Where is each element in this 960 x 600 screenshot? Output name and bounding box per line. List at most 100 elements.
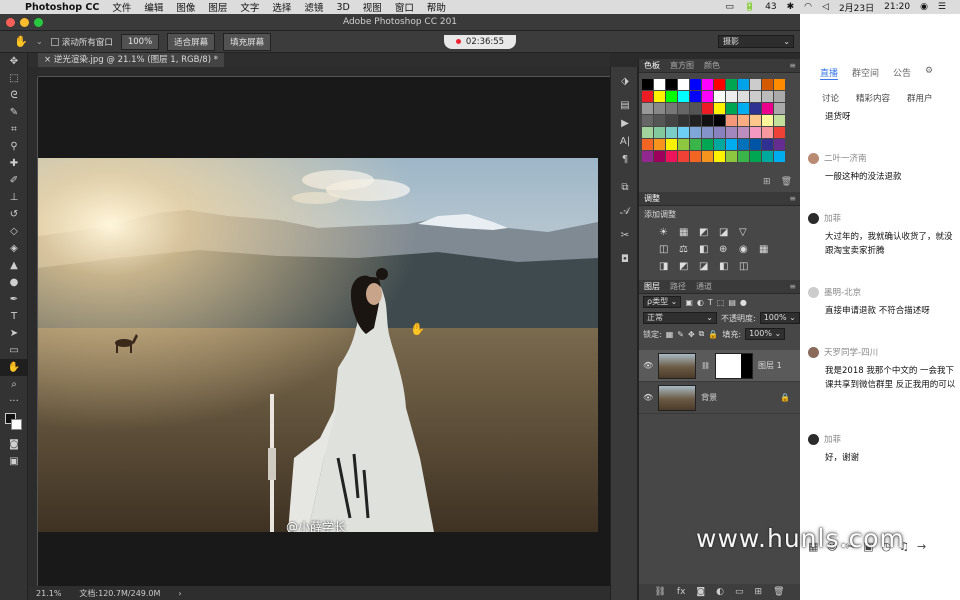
color-swatch[interactable] xyxy=(654,103,665,114)
delete-layer-icon[interactable]: 🗑 xyxy=(773,587,784,597)
blur-tool-icon[interactable]: ▲ xyxy=(0,257,28,274)
canvas-area[interactable]: @小薛学长 ✋ xyxy=(38,77,610,597)
adjustment-icon[interactable]: ◪ xyxy=(719,227,735,238)
zoom-tool-icon[interactable]: ⌕ xyxy=(0,376,28,393)
color-swatch[interactable] xyxy=(678,139,689,150)
list-icon[interactable]: ☰ xyxy=(938,2,946,12)
tab-swatches[interactable]: 色板 xyxy=(644,60,660,71)
adjust-filter-icon[interactable]: ◐ xyxy=(697,298,704,307)
layer-mask-thumbnail[interactable] xyxy=(715,352,754,379)
color-swatch[interactable] xyxy=(714,79,725,90)
wifi-icon[interactable]: ◠ xyxy=(804,2,812,12)
avatar[interactable] xyxy=(808,286,819,298)
adjustment-icon[interactable]: ◩ xyxy=(679,261,695,272)
menu-view[interactable]: 视图 xyxy=(363,0,382,14)
adjustment-icon[interactable]: ◪ xyxy=(699,261,715,272)
color-swatch[interactable] xyxy=(726,79,737,90)
color-swatch[interactable] xyxy=(678,103,689,114)
layer-row[interactable]: 👁 背景 🔒 xyxy=(639,382,800,414)
new-layer-icon[interactable]: ⊞ xyxy=(755,587,763,597)
subtab-highlights[interactable]: 精彩内容 xyxy=(856,92,890,104)
lock-pixels-icon[interactable]: ✎ xyxy=(677,330,684,339)
chain-link-icon[interactable]: ⛓ xyxy=(701,362,710,370)
color-swatch[interactable] xyxy=(654,91,665,102)
tab-layers[interactable]: 图层 xyxy=(644,281,660,292)
clone-source-icon[interactable]: ⧉ xyxy=(611,179,639,197)
color-swatch[interactable] xyxy=(654,79,665,90)
menu-file[interactable]: 文件 xyxy=(112,0,131,14)
color-swatch[interactable] xyxy=(678,115,689,126)
quick-mask-icon[interactable]: ◙ xyxy=(0,436,28,453)
color-swatch[interactable] xyxy=(774,103,785,114)
subtab-members[interactable]: 群用户 xyxy=(907,92,933,104)
close-window-button[interactable] xyxy=(6,18,15,27)
color-swatch[interactable] xyxy=(750,103,761,114)
adjustment-icon[interactable]: ◧ xyxy=(699,244,715,255)
screen-mode-icon[interactable]: ▣ xyxy=(0,453,28,470)
layer-row[interactable]: 👁 ⛓ 图层 1 xyxy=(639,350,800,382)
menu-layer[interactable]: 图层 xyxy=(208,0,227,14)
scroll-all-windows-checkbox[interactable]: 滚动所有窗口 xyxy=(50,36,113,48)
paragraph-panel-icon[interactable]: ¶ xyxy=(611,151,639,169)
fill-screen-button[interactable]: 填充屏幕 xyxy=(223,32,272,51)
color-swatch[interactable] xyxy=(750,139,761,150)
color-swatch[interactable] xyxy=(750,79,761,90)
background-color-swatch[interactable] xyxy=(11,419,22,430)
adjustment-icon[interactable]: ▦ xyxy=(679,227,695,238)
color-swatch[interactable] xyxy=(654,127,665,138)
color-swatch[interactable] xyxy=(762,103,773,114)
screen-icon[interactable]: ▭ xyxy=(725,2,734,12)
color-swatches-icon[interactable] xyxy=(0,410,28,436)
lasso-tool-icon[interactable]: ᘓ xyxy=(0,87,28,104)
color-swatch[interactable] xyxy=(666,139,677,150)
color-swatch[interactable] xyxy=(666,91,677,102)
color-swatch[interactable] xyxy=(702,91,713,102)
color-swatch[interactable] xyxy=(738,115,749,126)
color-swatch[interactable] xyxy=(726,151,737,162)
color-swatch[interactable] xyxy=(738,127,749,138)
swatch-grid[interactable] xyxy=(639,73,800,162)
add-mask-icon[interactable]: ◙ xyxy=(696,587,705,597)
subtab-discussion[interactable]: 讨论 xyxy=(822,92,839,104)
color-swatch[interactable] xyxy=(678,151,689,162)
color-swatch[interactable] xyxy=(714,115,725,126)
color-swatch[interactable] xyxy=(714,127,725,138)
color-swatch[interactable] xyxy=(642,79,653,90)
new-swatch-icon[interactable]: ⊞ xyxy=(763,177,771,187)
visibility-eye-icon[interactable]: 👁 xyxy=(643,393,653,402)
color-swatch[interactable] xyxy=(654,139,665,150)
lock-transparent-icon[interactable]: ▦ xyxy=(666,330,674,339)
lock-all-icon[interactable]: 🔒 xyxy=(708,330,718,339)
tab-histogram[interactable]: 直方图 xyxy=(670,60,694,71)
avatar[interactable] xyxy=(808,152,819,164)
filter-toggle-icon[interactable]: ● xyxy=(740,298,747,307)
fill-input[interactable]: 100% ⌄ xyxy=(745,328,786,340)
history-panel-icon[interactable]: ⬗ xyxy=(611,73,639,91)
opacity-input[interactable]: 100% ⌄ xyxy=(759,312,800,324)
message-user[interactable]: 墨明-北京 xyxy=(824,286,861,298)
color-swatch[interactable] xyxy=(762,91,773,102)
time-label[interactable]: 21:20 xyxy=(884,2,910,12)
color-swatch[interactable] xyxy=(642,103,653,114)
blend-mode-select[interactable]: 正常 ⌄ xyxy=(643,312,717,324)
color-swatch[interactable] xyxy=(642,151,653,162)
layer-name[interactable]: 背景 xyxy=(701,392,717,403)
history-brush-icon[interactable]: ↺ xyxy=(0,206,28,223)
color-swatch[interactable] xyxy=(690,79,701,90)
adjustment-icon[interactable]: ▽ xyxy=(739,227,755,238)
move-tool-icon[interactable]: ✥ xyxy=(0,53,28,70)
quick-select-tool-icon[interactable]: ✎ xyxy=(0,104,28,121)
color-swatch[interactable] xyxy=(774,127,785,138)
color-swatch[interactable] xyxy=(702,103,713,114)
menu-3d[interactable]: 3D xyxy=(336,2,349,13)
menu-select[interactable]: 选择 xyxy=(272,0,291,14)
color-swatch[interactable] xyxy=(654,115,665,126)
kind-filter-select[interactable]: ρ类型 ⌄ xyxy=(643,296,682,308)
tab-color[interactable]: 颜色 xyxy=(704,60,720,71)
fit-screen-button[interactable]: 适合屏幕 xyxy=(167,32,216,51)
color-swatch[interactable] xyxy=(762,139,773,150)
color-swatch[interactable] xyxy=(702,79,713,90)
color-swatch[interactable] xyxy=(774,139,785,150)
pen-tool-icon[interactable]: ✒ xyxy=(0,291,28,308)
color-swatch[interactable] xyxy=(642,139,653,150)
